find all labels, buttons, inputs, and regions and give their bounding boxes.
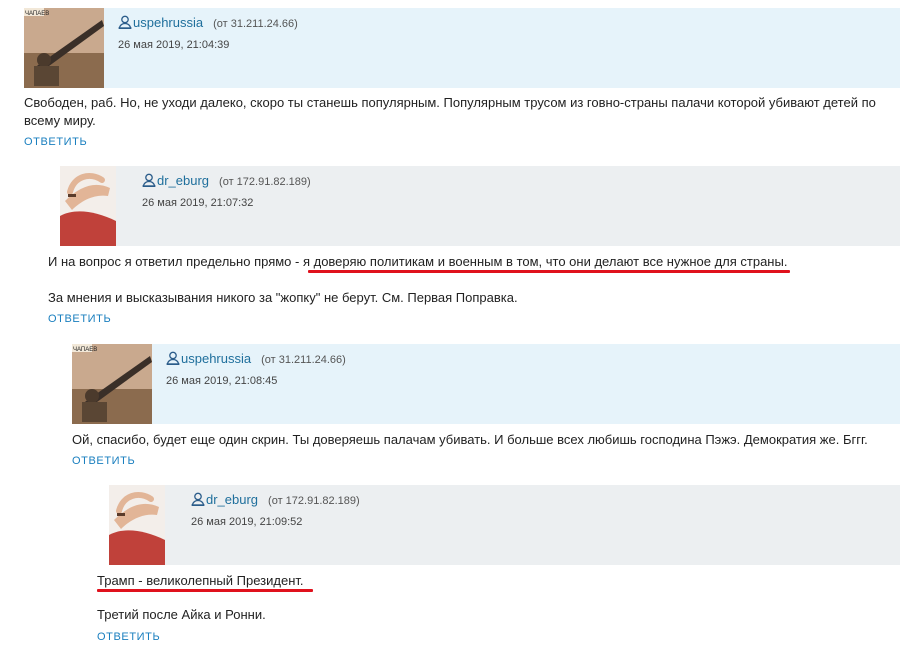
reply-button[interactable]: ОТВЕТИТЬ (48, 313, 111, 325)
avatar-poster-text: ЧАПАЕВ (73, 347, 97, 353)
user-icon (166, 351, 180, 366)
author-link[interactable]: uspehrussia (181, 351, 251, 366)
comment-meta: dr_eburg (от 172.91.82.189) 26 мая 2019, … (191, 492, 360, 528)
reply-button[interactable]: ОТВЕТИТЬ (72, 455, 135, 467)
comment-header: ЧАПАЕВ uspehrussia (от 31.211.24.66) 26 м… (24, 8, 900, 88)
comment-text: Трамп - великолепный Президент. (97, 573, 304, 588)
reply-button[interactable]: ОТВЕТИТЬ (97, 631, 160, 643)
comment-text: Свободен, раб. Но, не уходи далеко, скор… (24, 95, 876, 128)
highlight-underline (308, 270, 790, 273)
highlight-underline (97, 589, 313, 592)
comment-date: 26 мая 2019, 21:04:39 (118, 39, 230, 51)
user-icon (191, 492, 205, 507)
comment-date: 26 мая 2019, 21:07:32 (142, 197, 254, 209)
comment-text: Ой, спасибо, будет еще один скрин. Ты до… (72, 432, 868, 447)
comment-header: dr_eburg (от 172.91.82.189) 26 мая 2019, … (60, 166, 900, 246)
author-link[interactable]: dr_eburg (157, 173, 209, 188)
reply-button[interactable]: ОТВЕТИТЬ (24, 136, 87, 148)
avatar[interactable]: ЧАПАЕВ (72, 344, 152, 424)
comment-text: Третий после Айка и Ронни. (97, 607, 266, 622)
user-icon (118, 15, 132, 30)
author-ip: (от 172.91.82.189) (219, 176, 311, 188)
author-ip: (от 172.91.82.189) (268, 495, 360, 507)
comment-meta: uspehrussia (от 31.211.24.66) 26 мая 2019… (118, 15, 298, 51)
author-ip: (от 31.211.24.66) (261, 354, 346, 366)
avatar[interactable]: ЧАПАЕВ (24, 8, 104, 88)
comment-meta: uspehrussia (от 31.211.24.66) 26 мая 2019… (166, 351, 346, 387)
comment-meta: dr_eburg (от 172.91.82.189) 26 мая 2019, … (142, 173, 311, 209)
comment-text: За мнения и высказывания никого за "жопк… (48, 290, 518, 305)
comment-date: 26 мая 2019, 21:09:52 (191, 516, 303, 528)
avatar[interactable] (60, 166, 116, 246)
comment-header: dr_eburg (от 172.91.82.189) 26 мая 2019, … (109, 485, 900, 565)
user-icon (142, 173, 156, 188)
author-link[interactable]: uspehrussia (133, 15, 203, 30)
author-link[interactable]: dr_eburg (206, 492, 258, 507)
comment-header: ЧАПАЕВ uspehrussia (от 31.211.24.66) 26 м… (72, 344, 900, 424)
comment-date: 26 мая 2019, 21:08:45 (166, 375, 278, 387)
author-ip: (от 31.211.24.66) (213, 18, 298, 30)
comment-text: И на вопрос я ответил предельно прямо - … (48, 254, 788, 269)
avatar-poster-text: ЧАПАЕВ (25, 11, 49, 17)
avatar[interactable] (109, 485, 165, 565)
